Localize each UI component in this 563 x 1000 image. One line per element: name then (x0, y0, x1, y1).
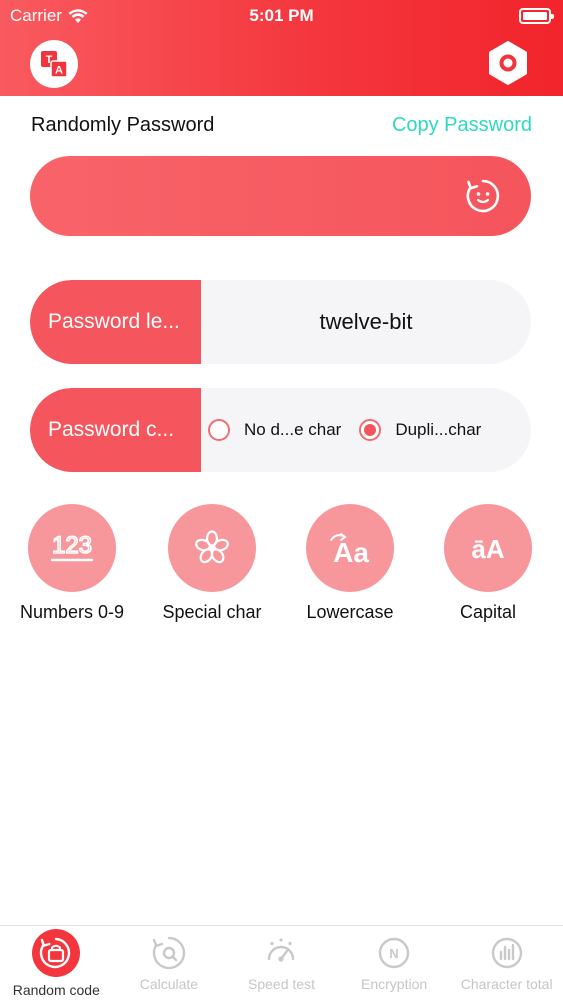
password-section-label: Randomly Password (31, 114, 215, 136)
duplicate-label: Dupli...char (395, 420, 482, 439)
lowercase-icon: Aa (330, 533, 369, 568)
svg-text:āA: āA (471, 534, 504, 564)
password-length-value[interactable]: twelve-bit (201, 280, 531, 364)
tab-label: Random code (12, 982, 100, 998)
tab-label: Speed test (248, 976, 315, 992)
translate-button[interactable]: T A (30, 40, 78, 88)
password-length-label: Password le... (30, 280, 201, 364)
tab-label: Encryption (361, 976, 428, 992)
tab-random-code[interactable]: Random code (0, 926, 113, 1000)
char-type-special[interactable]: Special char (142, 504, 282, 623)
char-type-label: Capital (459, 602, 517, 622)
encryption-icon: N (375, 934, 413, 972)
svg-text:N: N (389, 946, 398, 961)
refresh-face-icon (466, 179, 500, 213)
numbers-icon: 123 (50, 531, 94, 562)
header-bar: Carrier 5:01 PM T A (0, 0, 563, 96)
calculate-icon (150, 934, 188, 972)
capital-icon: āA (471, 534, 504, 564)
char-type-label: Lowercase (306, 602, 394, 622)
svg-text:Aa: Aa (333, 537, 369, 568)
password-display (30, 156, 531, 236)
no-duplicate-option[interactable]: No d...e char (208, 419, 341, 441)
no-duplicate-radio[interactable] (208, 419, 230, 441)
battery-icon (519, 8, 554, 24)
flower-icon (195, 530, 229, 564)
password-char-label: Password c... (30, 388, 201, 472)
numbers-button[interactable]: 123 (28, 504, 116, 592)
status-time: 5:01 PM (249, 6, 314, 25)
special-char-button[interactable] (168, 504, 256, 592)
duplicate-option[interactable]: Dupli...char (359, 419, 481, 441)
status-bar: Carrier 5:01 PM (0, 0, 563, 32)
translate-icon: T A (41, 51, 68, 78)
tab-character-total[interactable]: Character total (450, 926, 563, 1000)
bottom-tab-bar: Random code Calculate Speed test N Encry… (0, 925, 563, 1000)
duplicate-radio-group: No d...e char Dupli...char (208, 388, 521, 472)
tab-label: Character total (460, 976, 553, 992)
hexagon-settings-icon (489, 41, 527, 85)
svg-text:A: A (55, 65, 63, 77)
no-duplicate-label: No d...e char (244, 420, 342, 439)
tab-label: Calculate (139, 976, 199, 992)
copy-password-button[interactable]: Copy Password (392, 114, 532, 137)
char-type-numbers[interactable]: 123 Numbers 0-9 (2, 504, 142, 623)
char-type-label: Special char (162, 602, 262, 622)
svg-text:123: 123 (52, 532, 92, 559)
refresh-password-button[interactable] (463, 176, 503, 216)
settings-button[interactable] (485, 40, 531, 86)
char-type-capital[interactable]: āA Capital (418, 504, 558, 623)
char-type-label: Numbers 0-9 (19, 602, 125, 622)
password-char-row: Password c... No d...e char Dupli...char (30, 388, 531, 472)
password-length-row[interactable]: Password le... twelve-bit (30, 280, 531, 364)
tab-speed-test[interactable]: Speed test (225, 926, 338, 1000)
random-code-icon (31, 928, 81, 978)
capital-button[interactable]: āA (444, 504, 532, 592)
duplicate-radio[interactable] (359, 419, 382, 441)
tab-calculate[interactable]: Calculate (113, 926, 226, 1000)
speed-test-icon (262, 934, 300, 972)
tab-encryption[interactable]: N Encryption (338, 926, 451, 1000)
lowercase-button[interactable]: Aa (306, 504, 394, 592)
character-total-icon (488, 934, 526, 972)
char-type-lowercase[interactable]: Aa Lowercase (280, 504, 420, 623)
character-types: 123 Numbers 0-9 Special char Aa Lowercas… (0, 504, 563, 634)
